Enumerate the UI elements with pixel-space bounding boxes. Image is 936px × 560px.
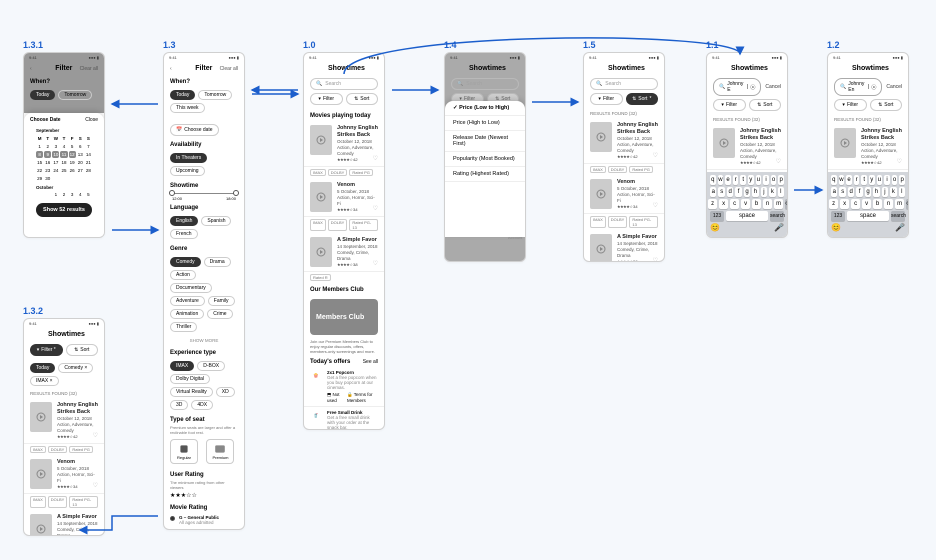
page-title: Filter [55, 65, 72, 72]
seat-premium[interactable]: Premium [206, 439, 234, 464]
flow-label: 1.4 [444, 40, 457, 50]
when-tomorrow-chip[interactable]: Tomorrow [58, 90, 92, 100]
when-today-chip[interactable]: Today [30, 90, 55, 100]
search-input[interactable]: 🔍 Search [451, 78, 519, 90]
show-results-button[interactable]: Show 52 results [36, 203, 92, 217]
screen-14-sort: 9:41●●● ▮ Showtimes 🔍 Search ▾ Filter ⇅ … [444, 52, 526, 262]
sort-release[interactable]: Release Date (Newest First) [445, 131, 525, 152]
movie-row[interactable]: Johnny English Strikes Back October 12, … [304, 121, 384, 167]
sheet-title: Choose Date [30, 117, 61, 123]
poster-icon [310, 237, 332, 267]
page-title: Showtimes [328, 65, 365, 72]
poster-icon [713, 128, 735, 158]
poster-icon [310, 125, 332, 155]
favorite-icon[interactable]: ♡ [897, 158, 902, 165]
poster-icon [310, 182, 332, 212]
sort-button[interactable]: ⇅ Sort [346, 93, 379, 105]
poster-icon [30, 459, 52, 489]
back-button[interactable]: ‹ [170, 66, 188, 72]
search-input[interactable]: 🔍 Johnny E|ⓧ [713, 78, 761, 96]
poster-icon [590, 234, 612, 262]
movie-row[interactable]: Johnny English Strikes Back October 12, … [584, 118, 664, 164]
clear-all-button[interactable]: Clear all [80, 66, 98, 72]
keyboard[interactable]: qwertyuiop asdfghjkl ⇧zxcvbnm⌫ 123spaces… [707, 172, 787, 237]
chip-today[interactable]: Today [170, 90, 195, 100]
favorite-icon[interactable]: ♡ [776, 158, 781, 165]
screen-132-filtered: 9:41●●● ▮ Showtimes ▾ Filter * ⇅ Sort To… [23, 318, 105, 536]
favorite-icon[interactable]: ♡ [653, 202, 658, 209]
movie-row[interactable]: Venom 5 October, 2018 Action, Horror, Sc… [24, 455, 104, 494]
show-more-button[interactable]: SHOW MORE [164, 335, 244, 346]
favorite-icon[interactable]: ♡ [93, 432, 98, 439]
movie-row[interactable]: Johnny English Strikes Back October 12, … [24, 398, 104, 444]
favorite-icon[interactable]: ♡ [653, 257, 658, 262]
screen-131-filter-date: 9:41●●● ▮ ‹ Filter Clear all When? Today… [23, 52, 105, 238]
flow-label: 1.5 [583, 40, 596, 50]
movie-row[interactable]: Johnny English Strikes Back October 12, … [707, 124, 787, 170]
user-rating-stars[interactable]: ★★★☆☆ [164, 490, 244, 501]
showtime-slider[interactable] [172, 193, 236, 194]
keyboard[interactable]: qwertyuiop asdfghjkl ⇧zxcvbnm⌫ 123spaces… [828, 172, 908, 237]
status-time: 9:41 [29, 55, 37, 60]
sort-active-button[interactable]: ⇅ Sort * [626, 93, 659, 105]
flow-label: 1.3.2 [23, 306, 43, 316]
flow-label: 1.2 [827, 40, 840, 50]
favorite-icon[interactable]: ♡ [373, 260, 378, 267]
sort-price-high[interactable]: Price (High to Low) [445, 116, 525, 131]
movie-row[interactable]: A Simple Favor 14 September, 2018 Comedy… [24, 510, 104, 536]
seat-regular[interactable]: Regular [170, 439, 198, 464]
cancel-button[interactable]: Cancel [886, 84, 902, 90]
poster-icon [834, 128, 856, 158]
search-input[interactable]: 🔍 Search [590, 78, 658, 90]
search-input[interactable]: 🔍 Johnny En|ⓧ [834, 78, 882, 96]
flow-label: 1.3 [163, 40, 176, 50]
search-input[interactable]: 🔍 Search [310, 78, 378, 90]
movie-row[interactable]: A Simple Favor 14 September, 2018 Comedy… [584, 230, 664, 262]
sort-popularity[interactable]: Popularity (Most Booked) [445, 152, 525, 167]
flow-label: 1.0 [303, 40, 316, 50]
popcorn-icon: 🍿 [310, 370, 322, 382]
screen-11-search: 9:41●●● ▮ Showtimes 🔍 Johnny E|ⓧ Cancel … [706, 52, 788, 238]
flow-label: 1.1 [706, 40, 719, 50]
sort-rating[interactable]: Rating (Highest Rated) [445, 167, 525, 182]
filter-active-button[interactable]: ▾ Filter * [30, 344, 63, 356]
movie-row[interactable]: Johnny English Strikes Back October 12, … [828, 124, 908, 170]
poster-icon [590, 122, 612, 152]
clear-all-button[interactable]: Clear all [220, 66, 238, 72]
screen-10-showtimes: 9:41●●● ▮ Showtimes 🔍 Search ▾ Filter ⇅ … [303, 52, 385, 430]
back-button[interactable]: ‹ [30, 66, 48, 72]
page-title: Filter [195, 65, 212, 72]
filter-button[interactable]: ▾ Filter [310, 93, 343, 105]
close-button[interactable]: Close [85, 117, 98, 123]
screen-13-filter: 9:41●●● ▮ ‹ Filter Clear all When? Today… [163, 52, 245, 530]
members-card[interactable]: Members Club [310, 299, 378, 335]
chip-upcoming[interactable]: Upcoming [170, 166, 205, 176]
favorite-icon[interactable]: ♡ [93, 482, 98, 489]
movie-row[interactable]: Venom 5 October, 2018 Action, Horror, Sc… [304, 178, 384, 217]
chip-intheaters[interactable]: In Theaters [170, 153, 207, 163]
screen-15-sorted: 9:41●●● ▮ Showtimes 🔍 Search ▾ Filter ⇅ … [583, 52, 665, 262]
favorite-icon[interactable]: ♡ [653, 152, 658, 159]
movie-row[interactable]: Venom 5 October, 2018 Action, Horror, Sc… [584, 175, 664, 214]
favorite-icon[interactable]: ♡ [373, 155, 378, 162]
poster-icon [30, 514, 52, 536]
chip-thisweek[interactable]: This week [170, 103, 205, 113]
chip-tomorrow[interactable]: Tomorrow [198, 90, 232, 100]
poster-icon [590, 179, 612, 209]
favorite-icon[interactable]: ♡ [373, 205, 378, 212]
see-all-link[interactable]: See all [363, 359, 378, 365]
flow-label: 1.3.1 [23, 40, 43, 50]
cancel-button[interactable]: Cancel [765, 84, 781, 90]
movie-row[interactable]: A Simple Favor 14 September, 2018 Comedy… [304, 233, 384, 272]
screen-12-search-results: 9:41●●● ▮ Showtimes 🔍 Johnny En|ⓧ Cancel… [827, 52, 909, 238]
choose-date-button[interactable]: 📅 Choose date [170, 124, 219, 136]
poster-icon [30, 402, 52, 432]
sort-price-low[interactable]: ✓ Price (Low to High) [445, 101, 525, 116]
drink-icon: 🥤 [310, 410, 322, 422]
